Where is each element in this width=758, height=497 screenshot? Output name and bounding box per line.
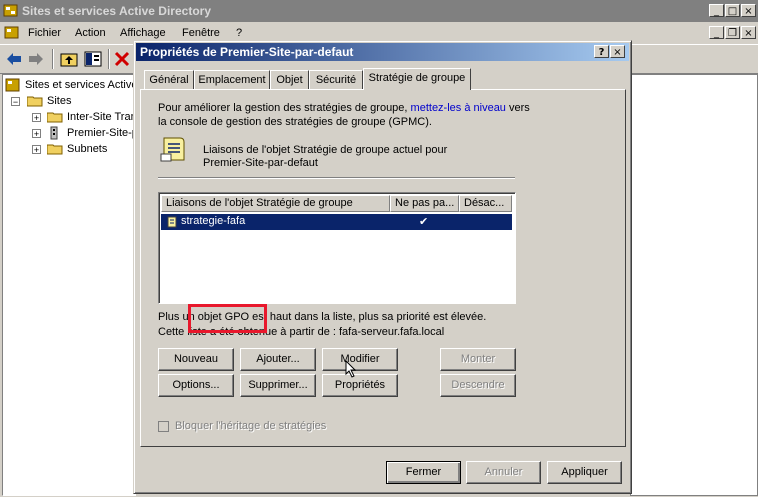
- list-item[interactable]: strategie-fafa ✔: [161, 214, 512, 230]
- sites-root-icon: [5, 78, 20, 92]
- gpo-links-list[interactable]: Liaisons de l'objet Stratégie de groupe …: [158, 192, 516, 304]
- active-directory-sites-icon: [3, 4, 18, 17]
- current-links-line-2: Premier-Site-par-defaut: [203, 157, 318, 169]
- details-pane[interactable]: [630, 74, 758, 496]
- tab-objet[interactable]: Objet: [270, 70, 309, 89]
- gpo-scroll-icon: [160, 137, 185, 162]
- tree-item-sites-label: Sites: [47, 95, 72, 107]
- tab-emplacement[interactable]: Emplacement: [194, 70, 270, 89]
- up-folder-icon[interactable]: [60, 50, 78, 68]
- menu-action[interactable]: Action: [75, 27, 106, 39]
- properties-dialog: Propriétés de Premier-Site-par-defaut ? …: [133, 40, 632, 494]
- help-button[interactable]: ?: [594, 45, 609, 58]
- edit-button[interactable]: Modifier: [322, 348, 398, 371]
- folder-open-icon: [27, 96, 43, 107]
- show-hide-tree-icon[interactable]: [84, 50, 102, 68]
- current-links-line-1: Liaisons de l'objet Stratégie de groupe …: [203, 144, 448, 156]
- back-arrow-icon[interactable]: [6, 52, 22, 66]
- main-title-bar[interactable]: Sites et services Active Directory _ □ ×: [0, 0, 758, 22]
- site-building-icon: [50, 126, 58, 140]
- close-button[interactable]: ×: [741, 4, 756, 17]
- main-window-title: Sites et services Active Directory: [22, 4, 211, 18]
- mouse-cursor-icon: [345, 360, 357, 378]
- options-button[interactable]: Options...: [158, 374, 234, 397]
- dialog-close-button[interactable]: ×: [610, 45, 625, 58]
- tab-general[interactable]: Général: [144, 70, 194, 89]
- column-header-name[interactable]: Liaisons de l'objet Stratégie de groupe: [161, 195, 390, 212]
- close-dialog-button[interactable]: Fermer: [386, 461, 461, 484]
- tab-securite[interactable]: Sécurité: [309, 70, 363, 89]
- column-header-disabled[interactable]: Désac...: [459, 195, 512, 212]
- console-tree: Sites et services Active Directory − Sit…: [2, 74, 136, 496]
- menu-fichier[interactable]: Fichier: [28, 27, 61, 39]
- minimize-button[interactable]: _: [709, 4, 724, 17]
- intro-line-2: la console de gestion des stratégies de …: [158, 116, 432, 128]
- delete-button[interactable]: Supprimer...: [240, 374, 316, 397]
- tree-root-label: Sites et services Active Directory: [25, 79, 136, 91]
- child-minimize-button[interactable]: _: [709, 26, 724, 39]
- properties-button[interactable]: Propriétés: [322, 374, 398, 397]
- child-close-button[interactable]: ×: [741, 26, 756, 39]
- new-button[interactable]: Nouveau: [158, 348, 234, 371]
- no-override-check-icon: ✔: [419, 216, 429, 228]
- dialog-title: Propriétés de Premier-Site-par-defaut: [140, 45, 354, 59]
- expand-inter-site-icon[interactable]: +: [32, 113, 41, 123]
- collapse-sites-icon[interactable]: −: [11, 97, 20, 107]
- menu-fenetre[interactable]: Fenêtre: [182, 27, 220, 39]
- console-icon[interactable]: [4, 25, 19, 40]
- gpo-item-icon: [167, 216, 177, 228]
- move-down-button[interactable]: Descendre: [440, 374, 516, 397]
- tab-panel-strategie: Pour améliorer la gestion des stratégies…: [140, 89, 626, 447]
- expand-subnets-icon[interactable]: +: [32, 145, 41, 155]
- cancel-button[interactable]: Annuler: [466, 461, 541, 484]
- expand-premier-site-icon[interactable]: +: [32, 129, 41, 139]
- maximize-button[interactable]: □: [725, 4, 740, 17]
- gpo-item-name: strategie-fafa: [181, 215, 246, 227]
- folder-icon: [47, 112, 63, 123]
- upgrade-link[interactable]: mettez-les à niveau: [411, 102, 506, 114]
- move-up-button[interactable]: Monter: [440, 348, 516, 371]
- block-inheritance-label: Bloquer l'héritage de stratégies: [175, 420, 327, 432]
- folder-icon: [47, 144, 63, 155]
- column-header-no-override[interactable]: Ne pas pa...: [390, 195, 459, 212]
- apply-button[interactable]: Appliquer: [547, 461, 622, 484]
- intro-line-1: Pour améliorer la gestion des stratégies…: [158, 102, 530, 114]
- dialog-title-bar[interactable]: Propriétés de Premier-Site-par-defaut ? …: [136, 43, 629, 61]
- tree-item-subnets-label: Subnets: [67, 143, 108, 155]
- block-inheritance-checkbox[interactable]: [158, 421, 169, 432]
- edit-button-highlight: [188, 304, 267, 333]
- tree-item-inter-site-label: Inter-Site Transports: [67, 111, 135, 123]
- child-restore-button[interactable]: ❐: [725, 26, 740, 39]
- forward-arrow-icon[interactable]: [28, 52, 44, 66]
- add-button[interactable]: Ajouter...: [240, 348, 316, 371]
- delete-x-icon[interactable]: [114, 51, 130, 67]
- menu-help[interactable]: ?: [236, 27, 242, 39]
- tree-item-premier-site-label: Premier-Site-par-defaut: [67, 127, 135, 139]
- tab-strategie-de-groupe[interactable]: Stratégie de groupe: [363, 68, 471, 90]
- menu-affichage[interactable]: Affichage: [120, 27, 166, 39]
